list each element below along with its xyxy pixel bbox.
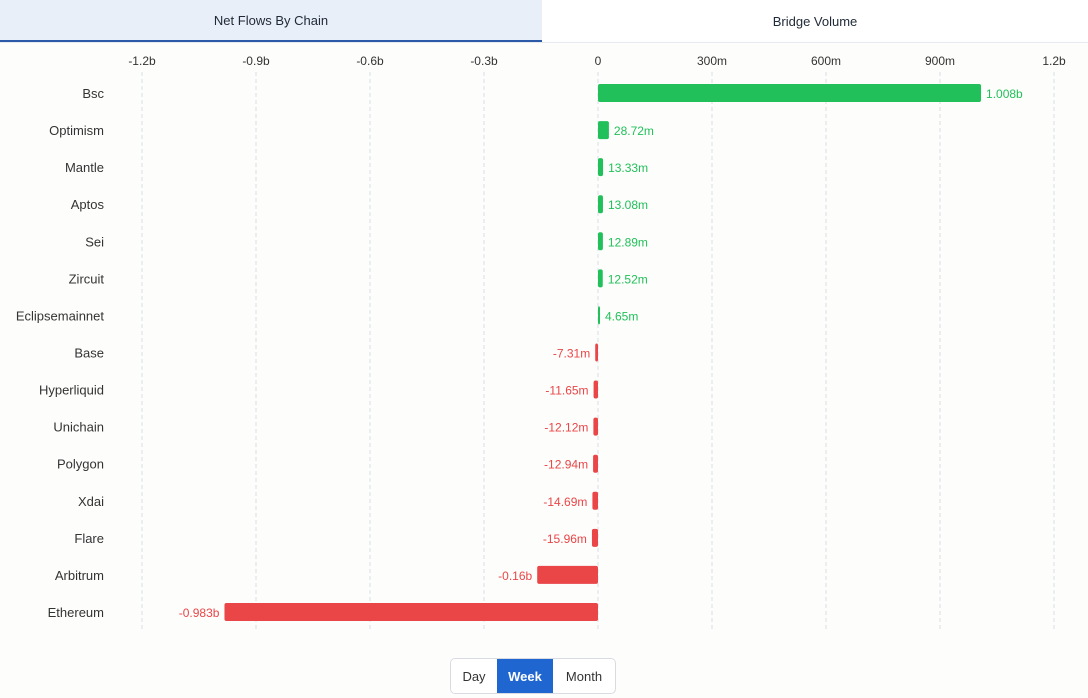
net-flows-bar-chart: -1.2b -0.9b -0.6b -0.3b 0 300m 600m 900m 1.2b Bsc… xyxy=(16,54,1066,632)
data-label: -12.94m xyxy=(544,458,588,472)
period-week-button[interactable]: Week xyxy=(497,659,553,693)
bar[interactable] xyxy=(224,602,598,621)
period-toggle: Day Week Month xyxy=(450,658,616,694)
category-label: Arbitrum xyxy=(55,568,104,583)
x-tick-label: 900m xyxy=(925,54,955,68)
category-label: Flare xyxy=(74,531,104,546)
data-label: -11.65m xyxy=(545,384,588,398)
data-label: -12.12m xyxy=(544,421,588,435)
category-label: Base xyxy=(74,345,104,360)
bar[interactable] xyxy=(593,380,598,399)
category-label: Xdai xyxy=(78,494,104,509)
bar[interactable] xyxy=(598,84,982,102)
bar[interactable] xyxy=(591,528,598,547)
data-label: -15.96m xyxy=(543,532,587,546)
category-label: Sei xyxy=(85,234,104,249)
category-label: Bsc xyxy=(82,86,104,101)
category-label: Zircuit xyxy=(69,271,105,286)
bar[interactable] xyxy=(595,343,598,362)
x-tick-label: -0.3b xyxy=(470,54,498,68)
data-label: 1.008b xyxy=(986,87,1023,101)
x-tick-label: 0 xyxy=(595,54,602,68)
x-tick-label: -0.6b xyxy=(356,54,384,68)
data-label: -7.31m xyxy=(553,346,590,360)
data-label: 4.65m xyxy=(605,309,638,323)
bar[interactable] xyxy=(537,565,598,584)
bar[interactable] xyxy=(593,454,598,473)
category-label: Aptos xyxy=(71,197,105,212)
data-label: 28.72m xyxy=(614,124,654,138)
period-month-button[interactable]: Month xyxy=(553,659,615,693)
data-label: 12.89m xyxy=(608,235,648,249)
x-tick-label: -0.9b xyxy=(242,54,270,68)
chart-tabs: Net Flows By Chain Bridge Volume xyxy=(0,0,1088,43)
bar[interactable] xyxy=(598,158,604,177)
tab-net-flows-by-chain[interactable]: Net Flows By Chain xyxy=(0,0,542,42)
data-label: -0.16b xyxy=(498,569,532,583)
tab-bridge-volume[interactable]: Bridge Volume xyxy=(542,0,1088,42)
bar[interactable] xyxy=(598,121,609,140)
period-day-button[interactable]: Day xyxy=(451,659,497,693)
x-tick-label: -1.2b xyxy=(128,54,156,68)
data-label: 13.33m xyxy=(608,161,648,175)
bar[interactable] xyxy=(598,195,603,214)
x-tick-label: 1.2b xyxy=(1042,54,1066,68)
data-label: 12.52m xyxy=(608,272,648,286)
bar[interactable] xyxy=(593,417,598,436)
bar[interactable] xyxy=(592,491,598,510)
category-label: Optimism xyxy=(49,123,104,138)
category-label: Unichain xyxy=(53,420,104,435)
x-tick-label: 600m xyxy=(811,54,841,68)
category-label: Mantle xyxy=(65,160,104,175)
data-label: -0.983b xyxy=(179,606,220,620)
bar[interactable] xyxy=(598,306,600,325)
bar[interactable] xyxy=(598,232,603,251)
x-tick-label: 300m xyxy=(697,54,727,68)
category-label: Polygon xyxy=(57,457,104,472)
data-label: -14.69m xyxy=(543,495,587,509)
category-label: Ethereum xyxy=(48,605,104,620)
bar[interactable] xyxy=(598,269,603,288)
category-label: Eclipsemainnet xyxy=(16,308,105,323)
data-label: 13.08m xyxy=(608,198,648,212)
category-label: Hyperliquid xyxy=(39,383,104,398)
